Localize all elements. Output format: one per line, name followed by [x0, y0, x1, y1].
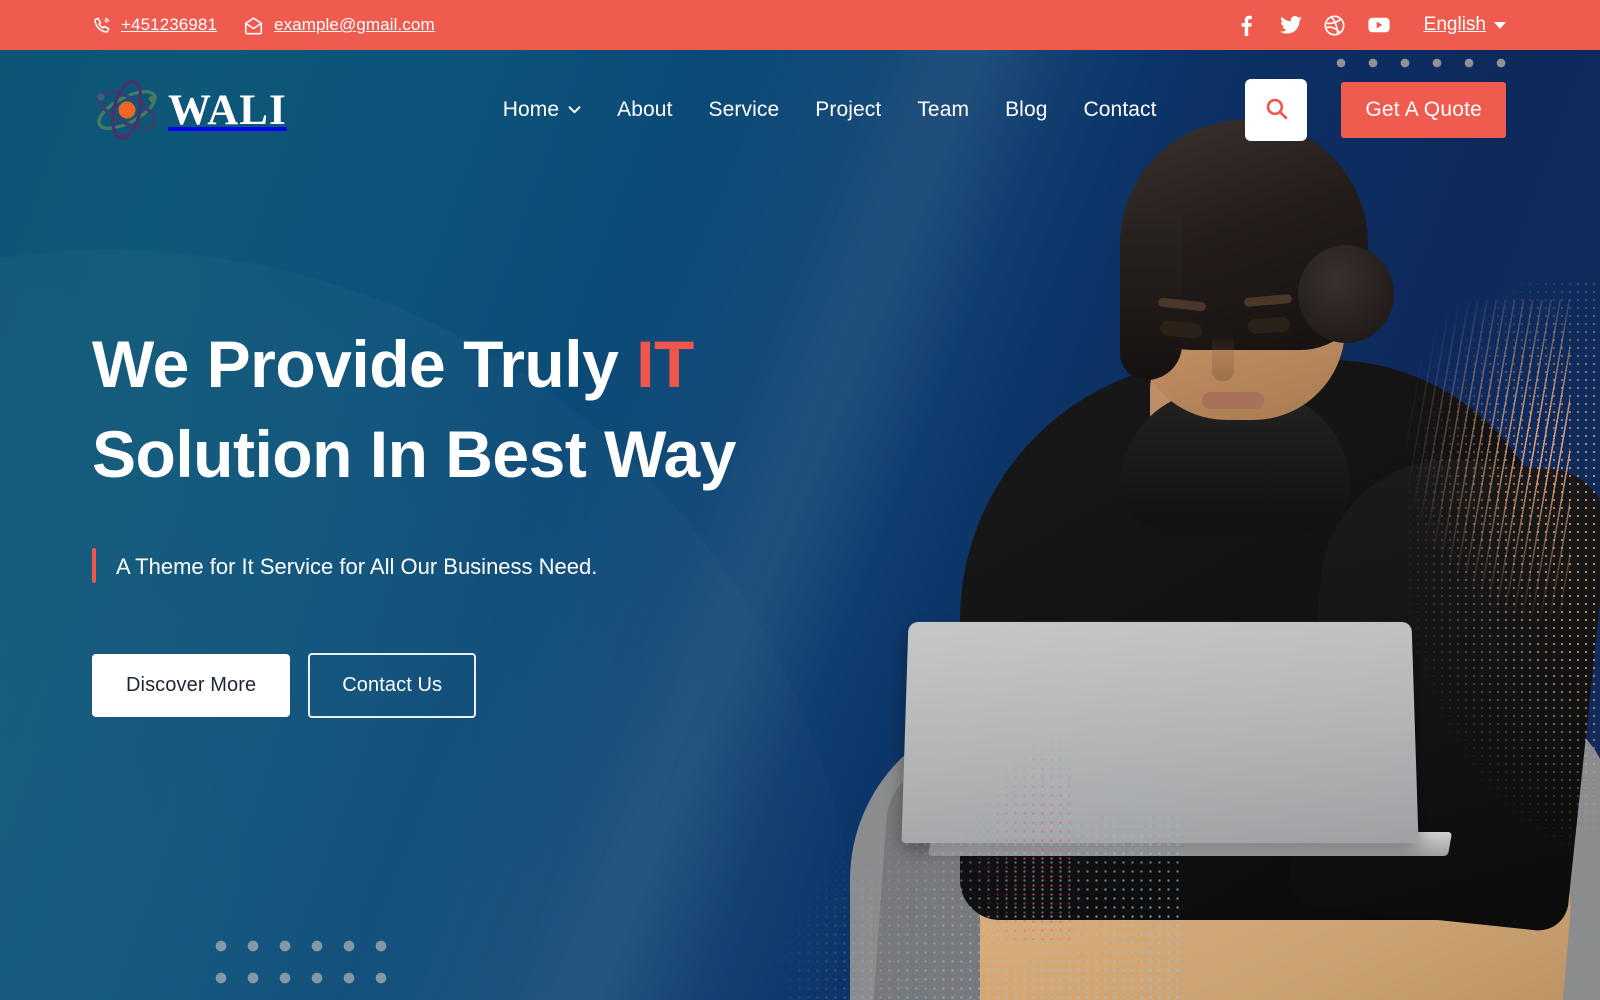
youtube-icon[interactable] — [1368, 14, 1390, 36]
nav-label-contact: Contact — [1083, 98, 1157, 121]
chevron-down-icon — [1494, 21, 1506, 29]
discover-more-button[interactable]: Discover More — [92, 653, 291, 717]
email-address-text: example@gmail.com — [274, 15, 435, 34]
search-icon — [1264, 96, 1289, 124]
atom-icon — [92, 79, 162, 141]
nav-item-blog[interactable]: Blog — [1005, 98, 1047, 122]
nav-item-team[interactable]: Team — [917, 98, 969, 122]
hero-page: +451236981 example@gmail.com English WAL… — [0, 0, 1600, 1000]
hero-subtitle: A Theme for It Service for All Our Busin… — [116, 553, 598, 579]
nose-shape — [1212, 333, 1234, 381]
hero-subtitle-wrap: A Theme for It Service for All Our Busin… — [92, 547, 952, 583]
logo-text: WALI — [168, 86, 287, 134]
twitter-icon[interactable] — [1279, 14, 1302, 36]
envelope-icon — [243, 16, 264, 35]
hero-title-line-2: Solution In Best Way — [92, 416, 736, 491]
top-bar-contact-group: +451236981 example@gmail.com — [92, 15, 435, 35]
facebook-icon[interactable] — [1236, 14, 1258, 36]
nav-label-blog: Blog — [1005, 98, 1048, 121]
hero-cta-group: Discover More Contact Us — [92, 652, 952, 718]
dotted-wave-right-lines-decoration — [1340, 300, 1570, 660]
nav-label-project: Project — [815, 98, 882, 121]
nav-item-about[interactable]: About — [617, 98, 672, 122]
email-link[interactable]: example@gmail.com — [243, 15, 435, 35]
site-logo[interactable]: WALI — [92, 79, 287, 141]
get-a-quote-button[interactable]: Get A Quote — [1341, 82, 1506, 138]
eye-right-shape — [1247, 316, 1291, 335]
language-selector[interactable]: English — [1424, 14, 1506, 36]
nav-item-home[interactable]: Home — [503, 98, 581, 122]
nav-label-team: Team — [917, 98, 970, 121]
language-label: English — [1423, 14, 1486, 35]
site-header: WALI Home About Service Project Team Blo… — [0, 50, 1600, 170]
chevron-down-icon — [568, 106, 581, 114]
header-actions: Get A Quote — [1245, 79, 1506, 141]
dotted-wave-bottom-pink-decoration — [930, 710, 1070, 940]
nav-label-service: Service — [708, 98, 780, 121]
hair-side-shape — [1120, 210, 1182, 380]
hero-title-text-a: We Provide Truly — [92, 327, 637, 401]
contact-us-button[interactable]: Contact Us — [308, 652, 477, 718]
main-navigation: Home About Service Project Team Blog Con… — [503, 98, 1157, 122]
top-bar-social-group: English — [1236, 14, 1506, 36]
dot-grid-bottom-left-decoration — [205, 930, 395, 1000]
search-button[interactable] — [1245, 79, 1308, 141]
hero-content: We Provide Truly IT Solution In Best Way… — [92, 320, 952, 718]
phone-icon — [92, 16, 111, 35]
lips-shape — [1202, 392, 1264, 409]
hero-title-line-1: We Provide Truly IT — [92, 327, 694, 401]
hero-title-accent: IT — [636, 327, 694, 401]
nav-item-contact[interactable]: Contact — [1084, 98, 1157, 122]
dribbble-icon[interactable] — [1324, 14, 1346, 36]
top-contact-bar: +451236981 example@gmail.com English — [0, 0, 1600, 50]
phone-link[interactable]: +451236981 — [92, 15, 217, 35]
nav-item-service[interactable]: Service — [709, 98, 780, 122]
phone-number-text: +451236981 — [121, 15, 218, 34]
hero-subtitle-accent-bar — [92, 547, 96, 583]
nav-item-project[interactable]: Project — [815, 98, 881, 122]
nav-label-about: About — [617, 98, 673, 121]
nav-label-home: Home — [502, 98, 560, 121]
hero-title: We Provide Truly IT Solution In Best Way — [92, 320, 952, 500]
